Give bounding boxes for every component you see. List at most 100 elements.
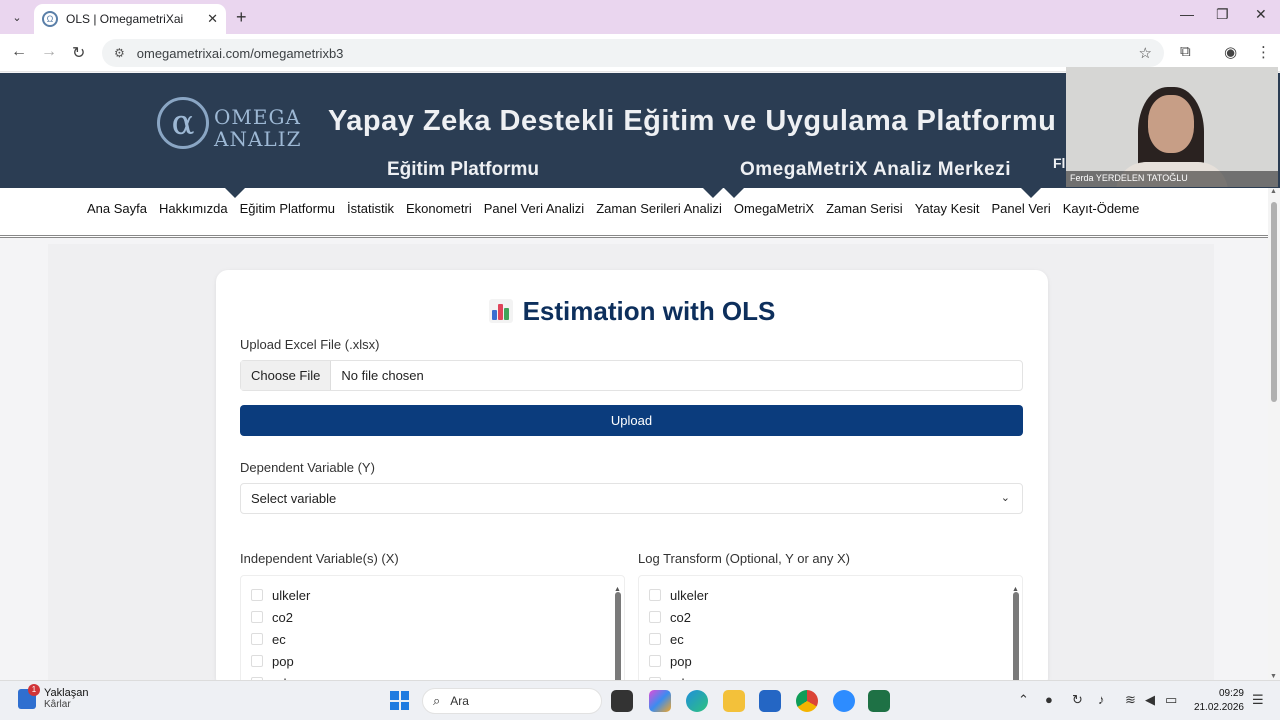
list-item[interactable]: co2	[639, 606, 1022, 628]
checkbox[interactable]	[251, 633, 263, 645]
chevron-up-icon[interactable]: ⌃	[1018, 692, 1029, 708]
list-scrollbar[interactable]: ▲	[1012, 578, 1020, 689]
news-widget[interactable]: 1 Yaklaşan Kârlar	[18, 683, 88, 710]
nav-item-panel-veri-analizi[interactable]: Panel Veri Analizi	[484, 201, 584, 216]
clock-time: 09:29	[1218, 688, 1244, 699]
checkbox[interactable]	[649, 589, 661, 601]
reload-icon[interactable]: ↻	[72, 43, 85, 63]
subtitle-analiz-merkezi: OmegaMetriX Analiz Merkezi	[740, 159, 1011, 180]
minimize-icon[interactable]: —	[1180, 6, 1194, 22]
checkbox[interactable]	[251, 611, 263, 623]
sync-icon[interactable]: ↻	[1072, 692, 1083, 708]
tray-app-icon[interactable]: ●	[1045, 692, 1053, 707]
variable-label: ec	[272, 631, 286, 647]
volume-icon[interactable]: ◀	[1145, 692, 1155, 708]
nav-item-ekonometri[interactable]: Ekonometri	[406, 201, 472, 216]
independent-variables-list[interactable]: ulkeler co2 ec pop gdp ▲	[240, 575, 625, 690]
variable-label: co2	[670, 609, 691, 625]
extensions-icon[interactable]: ⧉	[1180, 43, 1191, 60]
tab-search-icon[interactable]: ⌄	[6, 6, 28, 28]
webcam-person-face	[1148, 95, 1194, 153]
wifi-icon[interactable]: ≋	[1125, 692, 1136, 708]
start-tile	[400, 701, 409, 710]
dependent-variable-label: Dependent Variable (Y)	[240, 460, 375, 475]
list-item[interactable]: ulkeler	[241, 584, 624, 606]
nav-item-zaman-serileri-analizi[interactable]: Zaman Serileri Analizi	[596, 201, 722, 216]
news-badge: 1	[28, 683, 40, 696]
zoom-icon[interactable]	[833, 690, 855, 712]
taskbar-clock[interactable]: 09:29 21.02.2026	[1190, 687, 1244, 715]
nav-item-panel-veri[interactable]: Panel Veri	[991, 201, 1050, 216]
checkbox[interactable]	[251, 589, 263, 601]
nav-item-hakkimizda[interactable]: Hakkımızda	[159, 201, 228, 216]
nav-item-ana-sayfa[interactable]: Ana Sayfa	[87, 201, 147, 216]
nav-item-omegametrix[interactable]: OmegaMetriX	[734, 201, 814, 216]
list-item[interactable]: ec	[639, 628, 1022, 650]
nav-item-kayit-odeme[interactable]: Kayıt-Ödeme	[1063, 201, 1140, 216]
list-item[interactable]: ec	[241, 628, 624, 650]
page-scrollbar[interactable]: ▲ ▼	[1268, 188, 1280, 680]
upload-label: Upload Excel File (.xlsx)	[240, 337, 380, 352]
list-item[interactable]: ulkeler	[639, 584, 1022, 606]
taskbar-search[interactable]: ⌕ Ara	[422, 688, 602, 714]
mic-icon[interactable]: ♪	[1098, 692, 1105, 707]
nav-item-istatistik[interactable]: İstatistik	[347, 201, 394, 216]
bookmark-star-icon[interactable]: ☆	[1139, 44, 1152, 62]
nav-item-yatay-kesit[interactable]: Yatay Kesit	[915, 201, 980, 216]
dependent-variable-select[interactable]: Select variable ⌄	[240, 483, 1023, 514]
nav-notch	[703, 188, 723, 198]
checkbox[interactable]	[649, 655, 661, 667]
variable-label: pop	[272, 653, 294, 669]
checkbox[interactable]	[649, 633, 661, 645]
menu-kebab-icon[interactable]: ⋮	[1256, 43, 1271, 61]
list-item[interactable]: pop	[639, 650, 1022, 672]
nav-notch	[724, 188, 744, 198]
scroll-up-icon[interactable]: ▲	[1270, 188, 1277, 195]
battery-icon[interactable]: ▭	[1165, 692, 1177, 708]
back-icon[interactable]: ←	[11, 43, 27, 61]
forward-icon[interactable]: →	[41, 43, 57, 61]
edge-icon[interactable]	[686, 690, 708, 712]
copilot-icon[interactable]	[649, 690, 671, 712]
start-button-icon[interactable]	[390, 691, 409, 710]
notification-icon[interactable]: ☰	[1252, 692, 1264, 708]
list-scroll-thumb[interactable]	[1013, 592, 1019, 689]
upload-button[interactable]: Upload	[240, 405, 1023, 436]
store-icon[interactable]	[759, 690, 781, 712]
log-transform-label: Log Transform (Optional, Y or any X)	[638, 551, 850, 566]
list-item[interactable]: co2	[241, 606, 624, 628]
checkbox[interactable]	[251, 655, 263, 667]
subtitle-clipped: Fl	[1053, 155, 1066, 171]
scroll-thumb[interactable]	[1271, 202, 1277, 402]
site-info-icon[interactable]: ⚙	[114, 46, 125, 60]
tab-title: OLS | OmegametriXai	[66, 12, 184, 26]
start-tile	[390, 701, 399, 710]
window-close-icon[interactable]: ✕	[1255, 6, 1267, 23]
browser-tab[interactable]: Ω OLS | OmegametriXai ✕	[34, 4, 226, 34]
nav-item-zaman-serisi[interactable]: Zaman Serisi	[826, 201, 903, 216]
new-tab-button[interactable]: +	[236, 7, 247, 28]
list-scrollbar[interactable]: ▲	[614, 578, 622, 689]
scroll-down-icon[interactable]: ▼	[1270, 673, 1277, 680]
choose-file-button[interactable]: Choose File	[241, 361, 332, 390]
excel-icon[interactable]	[868, 690, 890, 712]
chrome-icon[interactable]	[796, 690, 818, 712]
variable-label: ulkeler	[272, 587, 311, 603]
omega-logo-icon[interactable]: α	[157, 97, 209, 149]
start-tile	[400, 691, 409, 700]
checkbox[interactable]	[649, 611, 661, 623]
file-input[interactable]: Choose File No file chosen	[240, 360, 1023, 391]
news-icon: 1	[18, 683, 40, 709]
variable-label: pop	[670, 653, 692, 669]
file-explorer-icon[interactable]	[723, 690, 745, 712]
close-tab-icon[interactable]: ✕	[207, 11, 218, 27]
list-item[interactable]: pop	[241, 650, 624, 672]
nav-item-egitim-platformu[interactable]: Eğitim Platformu	[240, 201, 335, 216]
start-tile	[390, 691, 399, 700]
task-view-icon[interactable]	[611, 690, 633, 712]
restore-icon[interactable]: ❐	[1216, 6, 1229, 23]
address-bar[interactable]: ⚙ omegametrixai.com/omegametrixb3 ☆	[102, 39, 1164, 67]
log-transform-list[interactable]: ulkeler co2 ec pop gdp ▲	[638, 575, 1023, 690]
profile-icon[interactable]: ◉	[1224, 43, 1237, 61]
list-scroll-thumb[interactable]	[615, 592, 621, 689]
